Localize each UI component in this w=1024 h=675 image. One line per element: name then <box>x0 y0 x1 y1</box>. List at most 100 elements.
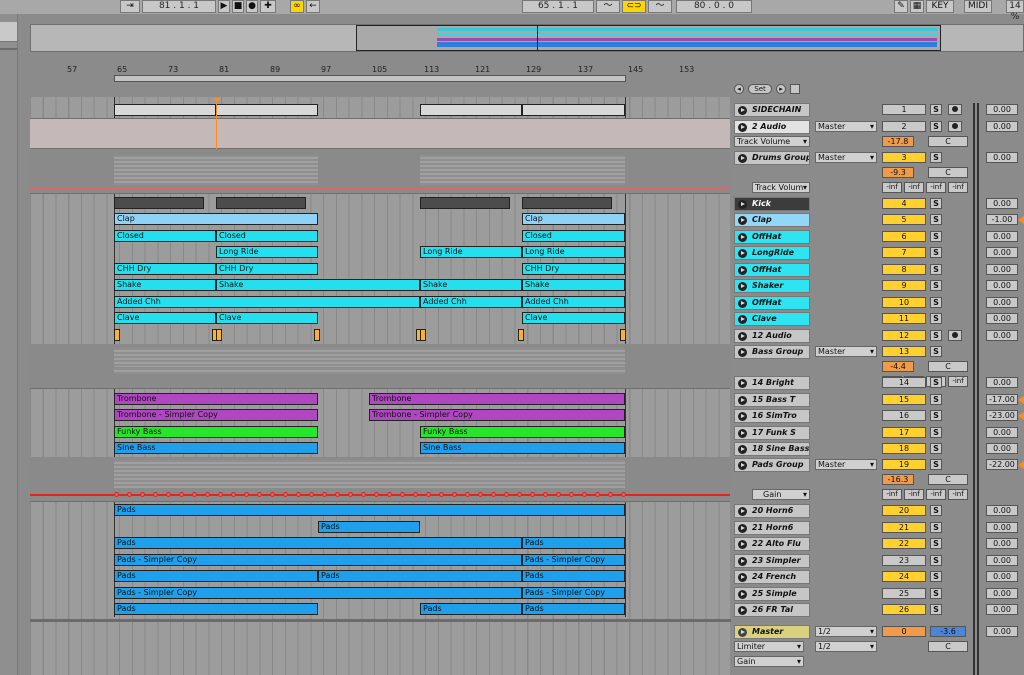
key-map-button[interactable]: KEY <box>926 0 954 13</box>
send-value[interactable]: 0.00 <box>986 571 1018 582</box>
next-set-icon[interactable]: ▸ <box>776 84 786 94</box>
send-value[interactable]: 0.00 <box>986 377 1018 388</box>
send-value[interactable]: 0.00 <box>986 443 1018 454</box>
clip-pads[interactable]: Pads <box>522 537 625 549</box>
track-play-icon[interactable] <box>738 573 747 582</box>
clip-added-chh[interactable]: Added Chh <box>114 296 420 308</box>
automation-select[interactable]: Track Volum <box>752 182 810 193</box>
track-volume[interactable]: -9.3 <box>882 167 914 178</box>
send-value[interactable]: 0.00 <box>986 152 1018 163</box>
track-master[interactable]: Master <box>734 625 810 639</box>
solo-button[interactable]: S <box>930 522 942 533</box>
send-value[interactable]: 0.00 <box>986 427 1018 438</box>
clip-audio[interactable] <box>114 329 120 341</box>
breakpoint[interactable] <box>322 492 327 497</box>
clip-pads-copy[interactable]: Pads - Simpler Copy <box>114 587 522 599</box>
track-volume[interactable]: -17.8 <box>882 136 914 147</box>
breakpoint[interactable] <box>439 492 444 497</box>
track-activator[interactable]: 19 <box>882 459 926 470</box>
send-value[interactable]: 0.00 <box>986 330 1018 341</box>
track-volume[interactable]: -4.4 <box>882 361 914 372</box>
clip-pads-copy[interactable]: Pads - Simpler Copy <box>522 554 625 566</box>
midi-map-button[interactable]: MIDI <box>964 0 992 13</box>
clip-funky-bass[interactable]: Funky Bass <box>114 426 318 438</box>
solo-button[interactable]: S <box>930 377 942 388</box>
solo-button[interactable]: S <box>930 297 942 308</box>
solo-button[interactable]: S <box>930 280 942 291</box>
breakpoint[interactable] <box>192 492 197 497</box>
automation-select[interactable]: Gain <box>752 489 810 500</box>
track-activator[interactable]: 4 <box>882 198 926 209</box>
track-activator[interactable]: 8 <box>882 264 926 275</box>
clip-long-ride[interactable]: Long Ride <box>420 246 522 258</box>
breakpoint[interactable] <box>543 492 548 497</box>
track-activator[interactable]: 26 <box>882 604 926 615</box>
lane-2-audio[interactable] <box>30 119 730 149</box>
solo-button[interactable]: S <box>930 588 942 599</box>
track-activator[interactable]: 25 <box>882 588 926 599</box>
track-header[interactable]: 23 Simpler <box>734 554 810 568</box>
send-value[interactable]: 0.00 <box>986 522 1018 533</box>
send-value[interactable]: -1.00 <box>986 214 1024 225</box>
solo-button[interactable]: S <box>930 505 942 516</box>
draw-mode-icon[interactable]: ✎ <box>894 0 908 13</box>
clip-pads-copy[interactable]: Pads - Simpler Copy <box>522 587 625 599</box>
breakpoint[interactable] <box>400 492 405 497</box>
clip-closed[interactable]: Closed <box>522 230 625 242</box>
clip-long-ride[interactable]: Long Ride <box>216 246 318 258</box>
fold-icon[interactable] <box>738 628 747 637</box>
solo-button[interactable]: S <box>930 555 942 566</box>
track-header[interactable]: 17 Funk S <box>734 426 810 440</box>
track-play-icon[interactable] <box>738 106 747 115</box>
clip-clap[interactable]: Clap <box>522 213 625 225</box>
track-pan[interactable]: C <box>928 474 968 485</box>
clip-clave[interactable]: Clave <box>522 312 625 324</box>
send-value[interactable]: 0.00 <box>986 555 1018 566</box>
track-output-select[interactable]: Master <box>815 152 877 163</box>
track-header[interactable]: 15 Bass T <box>734 393 810 407</box>
breakpoint[interactable] <box>127 492 132 497</box>
clip-added-chh[interactable]: Added Chh <box>522 296 625 308</box>
solo-button[interactable]: S <box>930 571 942 582</box>
track-activator[interactable]: 15 <box>882 394 926 405</box>
solo-button[interactable]: S <box>930 198 942 209</box>
track-play-icon[interactable] <box>738 332 747 341</box>
send-value[interactable]: 0.00 <box>986 231 1018 242</box>
track-header[interactable]: 22 Alto Flu <box>734 537 810 551</box>
solo-button[interactable]: S <box>930 313 942 324</box>
solo-button[interactable]: S <box>930 459 942 470</box>
clip-clave[interactable]: Clave <box>114 312 216 324</box>
breakpoint[interactable] <box>569 492 574 497</box>
browser-toggle[interactable] <box>0 22 17 42</box>
breakpoint[interactable] <box>166 492 171 497</box>
track-activator[interactable]: 16 <box>882 410 926 421</box>
clip-sine-bass[interactable]: Sine Bass <box>420 442 625 454</box>
track-play-icon[interactable] <box>738 396 747 405</box>
breakpoint[interactable] <box>504 492 509 497</box>
punch-in-icon[interactable]: 〜 <box>596 0 620 13</box>
track-play-icon[interactable] <box>738 216 747 225</box>
track-play-icon[interactable] <box>738 200 747 209</box>
clip-pads[interactable]: Pads <box>114 504 625 516</box>
loop-length-field[interactable]: 80 . 0 . 0 <box>676 0 752 13</box>
breakpoint[interactable] <box>426 492 431 497</box>
clip-audio[interactable] <box>620 329 626 341</box>
track-header[interactable]: 21 Horn6 <box>734 521 810 535</box>
loop-start-field[interactable]: 65 . 1 . 1 <box>522 0 594 13</box>
clip-long-ride[interactable]: Long Ride <box>522 246 625 258</box>
breakpoint[interactable] <box>556 492 561 497</box>
clip-closed[interactable]: Closed <box>216 230 318 242</box>
track-header[interactable]: Pads Group <box>734 458 810 472</box>
back-to-arrangement-icon[interactable]: ← <box>306 0 320 13</box>
clip[interactable] <box>420 104 522 116</box>
track-header[interactable]: 18 Sine Bass <box>734 442 810 456</box>
track-activator[interactable]: 3 <box>882 152 926 163</box>
breakpoint[interactable] <box>491 492 496 497</box>
breakpoint[interactable] <box>140 492 145 497</box>
track-activator[interactable]: 13 <box>882 346 926 357</box>
clip-pads[interactable]: Pads <box>522 570 625 582</box>
track-output-select[interactable]: Master <box>815 459 877 470</box>
track-header[interactable]: OffHat <box>734 296 810 310</box>
automation-arm-icon[interactable]: ∞ <box>290 0 304 13</box>
breakpoint[interactable] <box>309 492 314 497</box>
